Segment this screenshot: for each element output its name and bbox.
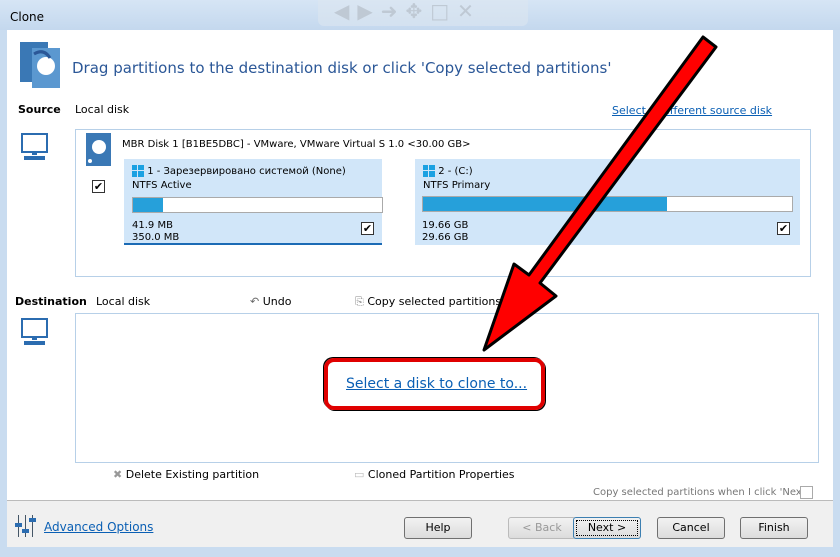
partition-title: 2 - (C:)	[438, 166, 473, 177]
undo-button[interactable]: ↶ Undo	[250, 295, 291, 308]
instruction-heading: Drag partitions to the destination disk …	[72, 59, 612, 77]
copy-on-next-label: Copy selected partitions when I click 'N…	[593, 487, 809, 498]
partition-checkbox[interactable]: ✔	[777, 222, 790, 235]
computer-icon	[21, 318, 48, 345]
advanced-options-icon	[15, 515, 36, 537]
used-size: 19.66 GB	[422, 220, 469, 231]
select-source-disk-link[interactable]: Select a different source disk	[612, 104, 772, 117]
undo-icon: ↶	[250, 295, 260, 308]
advanced-options-link[interactable]: Advanced Options	[44, 520, 153, 534]
copy-selected-button[interactable]: ⎘ Copy selected partitions	[355, 295, 501, 309]
title-bar: Clone ◀▶➜✥□✕	[0, 0, 840, 30]
delete-label: Delete Existing partition	[125, 468, 260, 481]
used-size: 41.9 MB	[132, 220, 173, 231]
disk-checkbox[interactable]: ✔	[92, 180, 105, 193]
copy-on-next-checkbox[interactable]	[800, 486, 813, 499]
computer-icon	[21, 133, 48, 160]
usage-bar	[132, 197, 383, 213]
cancel-button[interactable]: Cancel	[657, 517, 725, 539]
properties-icon: ▭	[354, 468, 365, 481]
source-label: Source	[18, 103, 61, 116]
usage-fill	[423, 197, 667, 211]
delete-x-icon: ✖	[113, 468, 123, 481]
windows-icon	[423, 165, 435, 177]
usage-fill	[133, 198, 163, 212]
partition-fs: NTFS Active	[132, 180, 192, 191]
disk-name: MBR Disk 1 [B1BE5DBC] - VMware, VMware V…	[122, 139, 471, 150]
destination-label: Destination	[15, 295, 87, 308]
floating-toolbar: ◀▶➜✥□✕	[318, 0, 528, 26]
copy-selected-label: Copy selected partitions	[367, 295, 502, 308]
finish-button[interactable]: Finish	[740, 517, 808, 539]
help-button[interactable]: Help	[404, 517, 472, 539]
partition-2[interactable]: 2 - (C:) NTFS Primary 19.66 GB 29.66 GB …	[415, 159, 800, 245]
properties-label: Cloned Partition Properties	[367, 468, 515, 481]
destination-type: Local disk	[96, 295, 151, 308]
back-button[interactable]: < Back	[508, 517, 576, 539]
partition-checkbox[interactable]: ✔	[361, 222, 374, 235]
windows-icon	[132, 165, 144, 177]
total-size: 350.0 MB	[132, 232, 180, 243]
usage-bar	[422, 196, 793, 212]
next-button[interactable]: Next >	[573, 517, 641, 539]
clone-wizard-icon	[20, 42, 60, 88]
partition-fs: NTFS Primary	[423, 180, 491, 191]
partition-title: 1 - Зарезервировано системой (None)	[147, 166, 346, 177]
source-type: Local disk	[75, 103, 130, 116]
partition-properties-button[interactable]: ▭ Cloned Partition Properties	[354, 468, 515, 481]
window-title: Clone	[10, 10, 45, 24]
undo-label: Undo	[262, 295, 292, 308]
disk-icon	[86, 133, 111, 166]
delete-partition-button[interactable]: ✖ Delete Existing partition	[113, 468, 259, 481]
annotation-highlight-box	[324, 358, 545, 410]
partition-1[interactable]: 1 - Зарезервировано системой (None) NTFS…	[124, 159, 383, 245]
copy-icon: ⎘	[355, 295, 364, 308]
total-size: 29.66 GB	[422, 232, 469, 243]
